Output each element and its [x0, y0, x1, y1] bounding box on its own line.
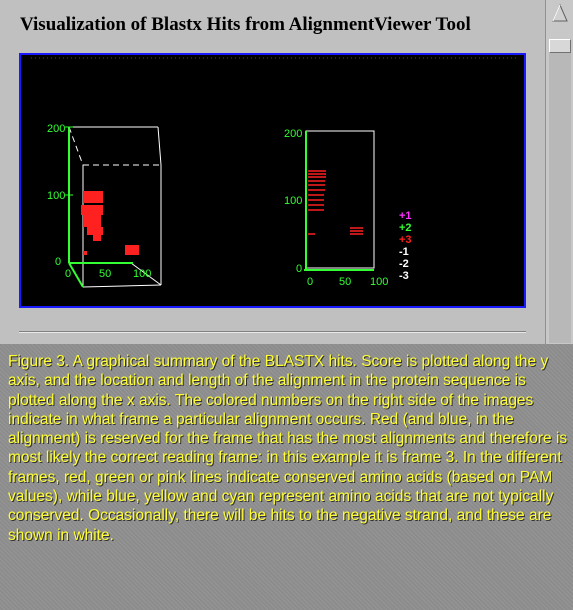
right-2d-plot: 200 100 0 0 50 100 [284, 128, 388, 288]
hit-mark [81, 205, 103, 215]
hit-mark [87, 227, 103, 235]
caption-panel: Figure 3. A graphical summary of the BLA… [0, 344, 573, 610]
frame-legend-item: +3 [399, 234, 412, 246]
hit-mark [83, 251, 87, 255]
scroll-up-button[interactable] [547, 0, 572, 26]
y-tick-label: 0 [55, 256, 61, 268]
frame-legend-item: +2 [399, 222, 412, 234]
y-tick-label: 200 [47, 123, 65, 135]
triangle-up-icon [551, 3, 568, 22]
x-tick-label: 100 [370, 276, 388, 288]
content-panel: Visualization of Blastx Hits from Alignm… [0, 0, 545, 344]
horizontal-rule [19, 331, 526, 333]
alignment-viewer-graphic: 200 100 0 0 50 100 200 100 0 0 50 100 +1… [31, 57, 516, 288]
x-tick-label: 50 [339, 276, 351, 288]
frame-legend: +1 +2 +3 -1 -2 -3 [399, 210, 412, 282]
frame-legend-item: +1 [399, 210, 412, 222]
frame-legend-item: -3 [399, 270, 409, 282]
box-edge [157, 126, 162, 166]
alignment-viewer-canvas[interactable]: 200 100 0 0 50 100 200 100 0 0 50 100 +1… [19, 53, 526, 308]
y-tick-label: 0 [296, 263, 302, 275]
x-tick-label: 0 [65, 268, 71, 280]
box-edge [68, 126, 84, 166]
page-title: Visualization of Blastx Hits from Alignm… [20, 14, 471, 35]
x-tick-label: 50 [99, 268, 111, 280]
hit-mark [125, 245, 139, 255]
frame-legend-item: -1 [399, 246, 409, 258]
box-edge [82, 284, 162, 288]
left-3d-plot: 200 100 0 0 50 100 [47, 123, 162, 288]
vertical-scrollbar[interactable] [545, 0, 573, 344]
x-tick-label: 0 [307, 276, 313, 288]
scroll-thumb[interactable] [549, 39, 571, 53]
x-tick-label: 100 [133, 268, 151, 280]
frame-legend-item: -2 [399, 258, 409, 270]
hit-lines [308, 170, 363, 235]
y-tick-label: 100 [47, 190, 65, 202]
scroll-track[interactable] [549, 53, 571, 343]
hit-mark [93, 235, 101, 241]
hit-cluster [81, 191, 139, 255]
hit-mark [83, 191, 103, 203]
figure-caption: Figure 3. A graphical summary of the BLA… [8, 353, 568, 544]
y-tick-label: 100 [284, 195, 302, 207]
hit-mark [83, 215, 101, 227]
y-tick-label: 200 [284, 128, 302, 140]
